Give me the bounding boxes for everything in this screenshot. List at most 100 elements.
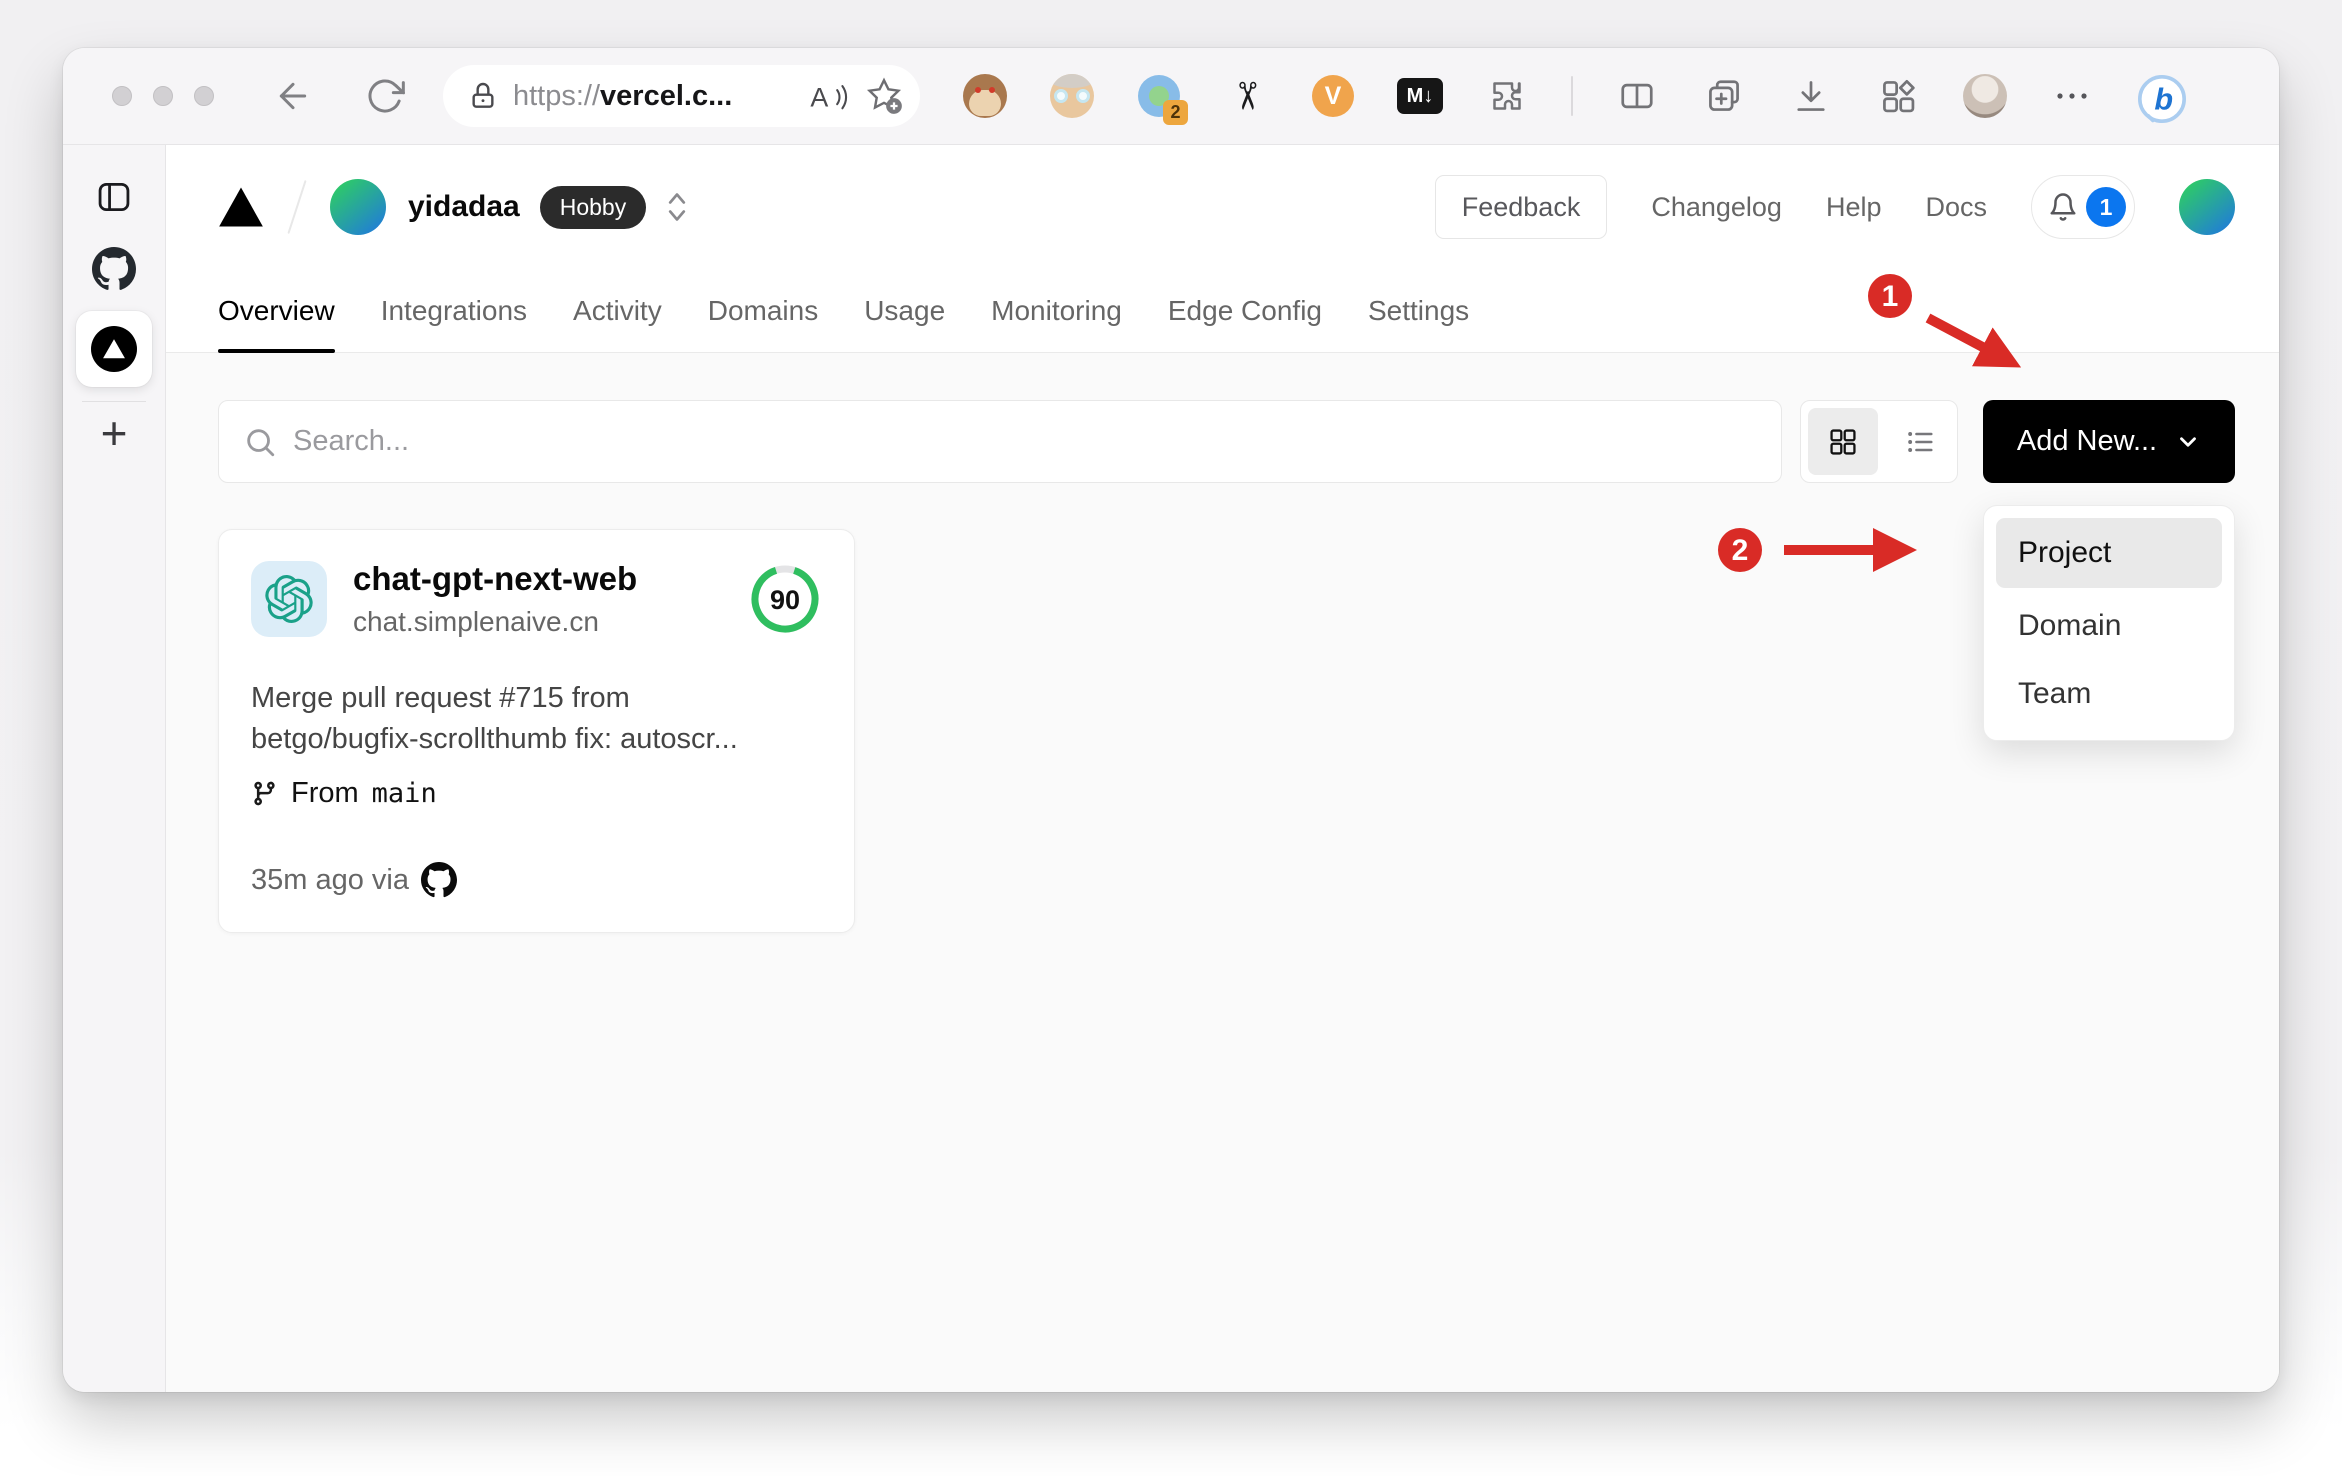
sidebar-divider [82, 401, 146, 402]
lock-icon [472, 82, 494, 108]
back-button[interactable] [271, 74, 315, 118]
menu-item-team[interactable]: Team [1996, 660, 2222, 728]
window-controls [112, 86, 214, 106]
vercel-logo[interactable] [218, 186, 264, 228]
markdown-icon: M↓ [1397, 78, 1443, 114]
workspaces-button[interactable] [1875, 73, 1921, 119]
search-box[interactable] [218, 400, 1782, 483]
tab-monitoring[interactable]: Monitoring [991, 269, 1122, 352]
new-tab-button[interactable]: + [92, 410, 136, 456]
toolbar-divider [1571, 76, 1573, 116]
chevron-down-icon [2180, 436, 2197, 447]
add-favorite-icon[interactable] [864, 76, 904, 116]
reader-mode-icon[interactable]: A [808, 79, 850, 113]
search-input[interactable] [293, 425, 1757, 458]
team-name[interactable]: yidadaa [408, 190, 520, 224]
bing-chat-button[interactable]: b [2136, 73, 2187, 124]
browser-body: + yidadaa Hobby Feedback Changelog Help … [63, 145, 2279, 1392]
vertical-tab-vercel-active[interactable] [76, 311, 152, 387]
notifications-button[interactable]: 1 [2031, 175, 2135, 239]
address-bar[interactable]: https://vercel.c... A [443, 65, 920, 127]
controls-row: Add New... [218, 400, 2235, 483]
browser-profile-avatar[interactable] [1962, 73, 2008, 119]
menu-item-project[interactable]: Project [1996, 518, 2222, 588]
commit-line-2: betgo/bugfix-scrollthumb fix: autoscr... [251, 722, 738, 755]
dashboard-tabs: Overview Integrations Activity Domains U… [166, 269, 2279, 353]
video-extension-icon[interactable]: V [1310, 73, 1356, 119]
feedback-button[interactable]: Feedback [1434, 175, 1608, 239]
tampermonkey-extension-icon[interactable] [962, 73, 1008, 119]
more-menu-button[interactable] [2049, 73, 2095, 119]
monkey-icon [963, 74, 1007, 118]
cat-avatar [1963, 74, 2007, 118]
tab-edge-config[interactable]: Edge Config [1168, 269, 1322, 352]
add-new-button[interactable]: Add New... [1983, 400, 2235, 483]
vercel-dashboard-page: yidadaa Hobby Feedback Changelog Help Do… [166, 145, 2279, 1392]
proxy-icon: 2 [1138, 75, 1188, 125]
user-avatar[interactable] [2179, 179, 2235, 235]
deployment-meta-row: 35m ago via [251, 862, 822, 898]
analytics-score-ring[interactable]: 90 [748, 562, 822, 636]
breadcrumb-slash [287, 180, 307, 234]
project-name[interactable]: chat-gpt-next-web [353, 560, 637, 598]
minimize-window-button[interactable] [153, 86, 173, 106]
clipper-extension-icon[interactable]: ✂ [1223, 73, 1269, 119]
sidebar-panel-icon [98, 182, 130, 212]
plan-badge: Hobby [539, 185, 647, 229]
back-icon [279, 82, 307, 110]
extensions-row: 2 ✂ V M↓ b [962, 73, 2187, 125]
proxy-badge: 2 [1163, 100, 1188, 125]
grid-view-button[interactable] [1808, 408, 1878, 475]
tab-integrations[interactable]: Integrations [381, 269, 527, 352]
vertical-tab-github[interactable] [92, 247, 136, 291]
tab-settings[interactable]: Settings [1368, 269, 1469, 352]
downloads-button[interactable] [1788, 73, 1834, 119]
list-view-icon [1908, 431, 1933, 452]
tab-overview[interactable]: Overview [218, 269, 335, 353]
avatar-extension-icon[interactable] [1049, 73, 1095, 119]
branch-label: From [291, 777, 359, 810]
url-host: vercel.c... [600, 79, 733, 112]
scissors-icon: ✂ [1225, 80, 1267, 112]
split-screen-button[interactable] [1614, 73, 1660, 119]
score-value: 90 [770, 585, 800, 615]
project-identity: chat-gpt-next-web chat.simplenaive.cn [353, 560, 637, 638]
download-icon [1797, 81, 1825, 111]
changelog-link[interactable]: Changelog [1651, 192, 1782, 223]
tab-usage[interactable]: Usage [864, 269, 945, 352]
markdown-extension-icon[interactable]: M↓ [1397, 73, 1443, 119]
github-favicon [92, 247, 136, 290]
zoom-window-button[interactable] [194, 86, 214, 106]
overview-main: Add New... chat-gpt-next-web chat.simple… [166, 353, 2279, 1392]
tab-domains[interactable]: Domains [708, 269, 818, 352]
project-card-header: chat-gpt-next-web chat.simplenaive.cn 90 [251, 560, 822, 638]
project-domain[interactable]: chat.simplenaive.cn [353, 606, 637, 638]
branch-row: From main [251, 777, 822, 810]
add-new-dropdown-menu: Project Domain Team [1983, 505, 2235, 741]
help-link[interactable]: Help [1826, 192, 1882, 223]
project-card[interactable]: chat-gpt-next-web chat.simplenaive.cn 90… [218, 529, 855, 934]
deployment-time: 35m ago via [251, 863, 409, 896]
extensions-menu-button[interactable] [1484, 73, 1530, 119]
latest-commit-message: Merge pull request #715 from betgo/bugfi… [251, 678, 822, 759]
project-favicon-tile [251, 561, 327, 637]
url-scheme: https:// [513, 79, 601, 112]
tab-activity[interactable]: Activity [573, 269, 662, 352]
team-switcher-chevrons-icon[interactable] [664, 190, 690, 224]
svg-text:b: b [2154, 83, 2173, 117]
close-window-button[interactable] [112, 86, 132, 106]
menu-item-domain[interactable]: Domain [1996, 592, 2222, 660]
proxy-extension-icon[interactable]: 2 [1136, 73, 1188, 125]
git-branch-icon [254, 781, 275, 806]
team-avatar [330, 179, 386, 235]
reload-icon [368, 79, 405, 113]
reload-button[interactable] [363, 74, 407, 118]
ellipsis-icon [2057, 93, 2087, 99]
header-actions: Feedback Changelog Help Docs 1 [1434, 175, 2235, 239]
tab-panel-toggle-button[interactable] [92, 175, 136, 219]
collections-button[interactable] [1701, 73, 1747, 119]
puzzle-icon [1493, 82, 1521, 110]
browser-window: https://vercel.c... A 2 ✂ V M↓ b + yidad… [63, 48, 2279, 1392]
list-view-button[interactable] [1885, 426, 1957, 458]
docs-link[interactable]: Docs [1925, 192, 1987, 223]
